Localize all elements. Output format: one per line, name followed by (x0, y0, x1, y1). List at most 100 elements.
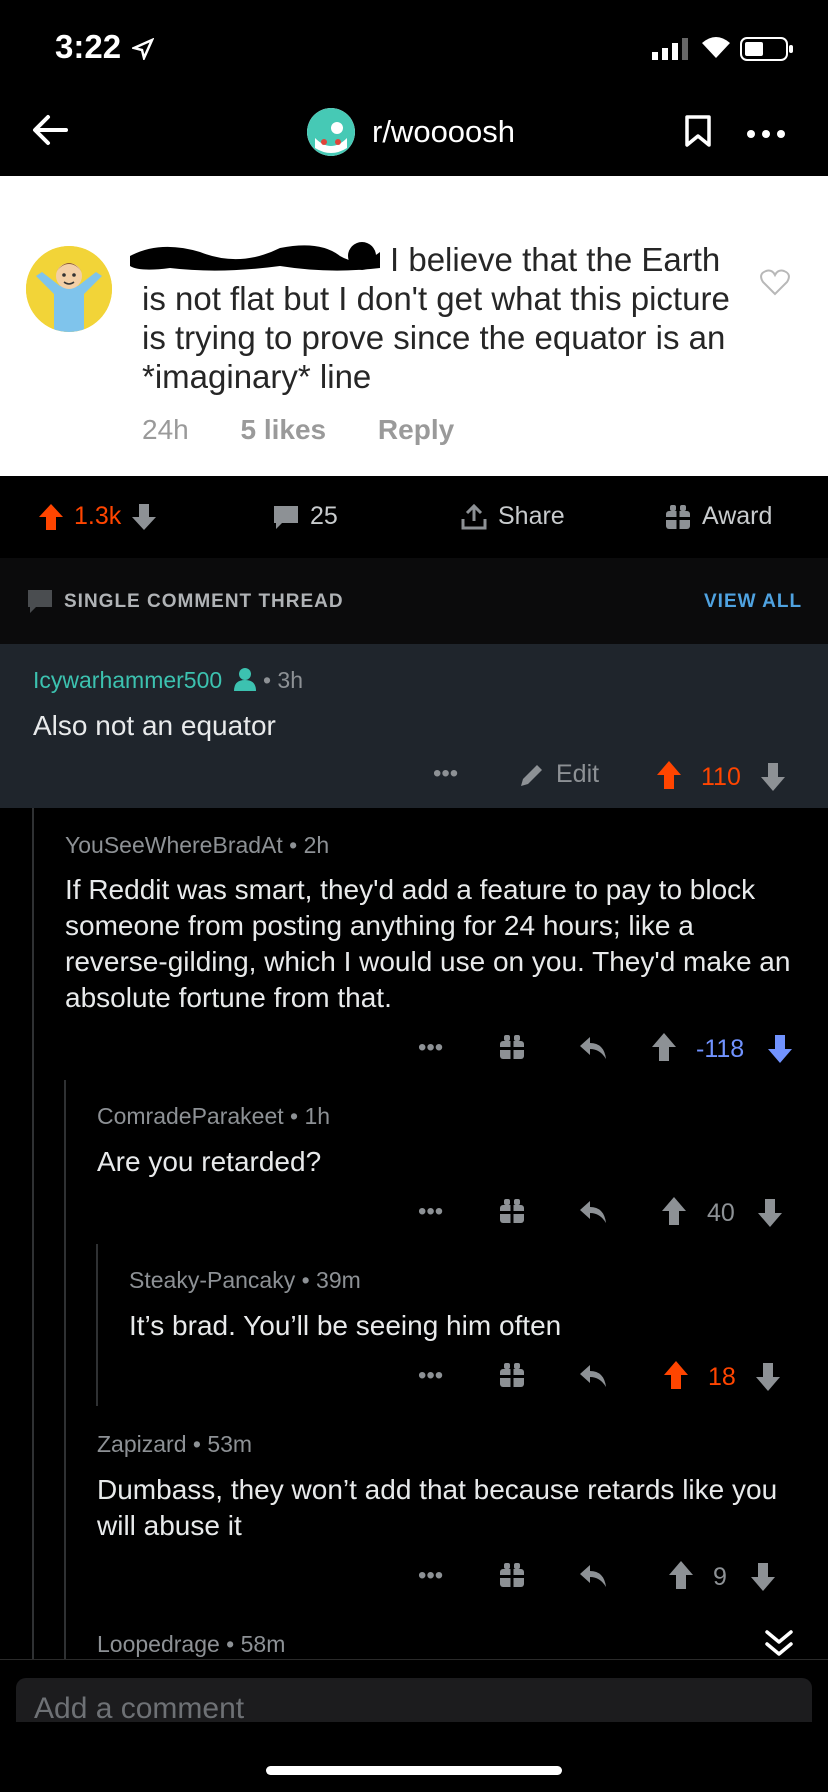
post-vote-group: 1.3k (38, 502, 157, 531)
more-icon[interactable]: ••• (418, 1562, 443, 1590)
comment-author[interactable]: YouSeeWhereBradAt (65, 832, 283, 858)
comment-body: If Reddit was smart, they'd add a featur… (65, 874, 791, 1013)
comment-author[interactable]: Zapizard (97, 1431, 186, 1457)
separator-dot: • (282, 832, 304, 858)
battery-icon (740, 37, 794, 61)
downvote-button[interactable] (750, 1562, 776, 1592)
comment-score: 9 (713, 1563, 727, 1591)
status-time: 3:22 (55, 28, 122, 65)
post-action-bar: 1.3k 25 Share Award (0, 476, 828, 558)
edit-label: Edit (556, 760, 600, 788)
comment-header: Loopedrage • 58m (97, 1631, 285, 1658)
chevron-double-down-icon[interactable] (762, 1628, 796, 1658)
upvote-button[interactable] (651, 1032, 677, 1062)
signal-icon (652, 38, 690, 60)
comment-header: Zapizard • 53m (97, 1431, 252, 1458)
comment-time: 53m (207, 1431, 253, 1457)
upvote-button[interactable] (668, 1560, 694, 1590)
home-indicator[interactable] (266, 1766, 562, 1775)
comment-score: 40 (707, 1199, 735, 1227)
pencil-icon (521, 764, 542, 786)
view-all-button[interactable]: VIEW ALL (704, 591, 802, 613)
upvote-button[interactable] (38, 503, 64, 531)
upvote-button[interactable] (656, 760, 682, 790)
separator-dot: • (283, 1103, 305, 1129)
comment-count: 25 (310, 502, 338, 530)
award-button[interactable]: Award (664, 502, 772, 531)
comment-body: Dumbass, they won’t add that because ret… (97, 1474, 778, 1541)
thread-line[interactable] (32, 808, 34, 1659)
downvote-button[interactable] (757, 1198, 783, 1228)
comment-score: 18 (708, 1363, 736, 1391)
post-image-comment-text: I believe that the Earth is not flat but… (142, 241, 730, 395)
downvote-button[interactable] (767, 1034, 793, 1064)
comment-author[interactable]: ComradeParakeet (97, 1103, 284, 1129)
comments-button[interactable]: 25 (272, 502, 338, 531)
comment-score: -118 (696, 1035, 745, 1063)
gift-icon[interactable] (498, 1033, 526, 1061)
separator-dot: • (295, 1267, 317, 1293)
gift-icon[interactable] (498, 1561, 526, 1589)
comment-time: 3h (277, 667, 304, 693)
thread-line[interactable] (96, 1244, 98, 1406)
heart-icon (760, 268, 790, 296)
comment-body: Also not an equator (33, 710, 276, 741)
comment-header: Icywarhammer500 • 3h (33, 667, 303, 694)
downvote-button[interactable] (760, 762, 786, 792)
share-button[interactable]: Share (460, 502, 565, 531)
post-image-likes: 5 likes (240, 414, 327, 445)
separator-dot: • (219, 1631, 241, 1657)
edit-button[interactable]: Edit (518, 760, 599, 789)
comment-author[interactable]: Icywarhammer500 (33, 667, 222, 693)
subreddit-icon[interactable] (307, 108, 355, 156)
comment-time: 58m (240, 1631, 286, 1657)
upvote-button[interactable] (663, 1360, 689, 1390)
reply-icon[interactable] (578, 1563, 608, 1589)
back-button[interactable] (28, 108, 72, 152)
comment-body: Are you retarded? (97, 1146, 322, 1177)
reply-icon[interactable] (578, 1035, 608, 1061)
comment-icon (26, 588, 54, 614)
downvote-button[interactable] (755, 1362, 781, 1392)
post-image-time: 24h (142, 414, 189, 445)
location-arrow-icon (132, 38, 154, 60)
more-icon[interactable]: ••• (418, 1198, 443, 1226)
comment-header: ComradeParakeet • 1h (97, 1103, 330, 1130)
more-options-button[interactable] (746, 129, 786, 139)
more-icon[interactable]: ••• (418, 1362, 443, 1390)
gift-icon[interactable] (498, 1361, 526, 1389)
bottom-bar (0, 1722, 828, 1792)
comment-header: YouSeeWhereBradAt • 2h (65, 832, 329, 859)
downvote-button[interactable] (131, 503, 157, 531)
comment-time: 1h (304, 1103, 331, 1129)
comment-time: 39m (316, 1267, 361, 1293)
op-icon (233, 667, 257, 691)
post-image-reply: Reply (377, 414, 455, 445)
reply-icon[interactable] (578, 1363, 608, 1389)
award-label: Award (702, 502, 773, 530)
comment-score: 110 (701, 763, 741, 791)
more-icon[interactable]: ••• (433, 760, 458, 788)
gift-icon[interactable] (498, 1197, 526, 1225)
avatar (26, 246, 112, 332)
separator-dot: • (186, 1431, 208, 1457)
wifi-icon (700, 34, 732, 60)
upvote-button[interactable] (661, 1196, 687, 1226)
thread-label: SINGLE COMMENT THREAD (64, 591, 344, 612)
separator-dot: • (262, 667, 278, 693)
comment-input-placeholder: Add a comment (34, 1692, 245, 1725)
post-score: 1.3k (74, 502, 122, 530)
more-icon[interactable]: ••• (418, 1034, 443, 1062)
comment-author[interactable]: Loopedrage (97, 1631, 220, 1657)
reply-icon[interactable] (578, 1199, 608, 1225)
comment-header: Steaky-Pancaky • 39m (129, 1267, 361, 1294)
comment-body: It’s brad. You’ll be seeing him often (129, 1310, 562, 1341)
post-image-meta: 24h 5 likes Reply (142, 414, 498, 446)
bookmark-button[interactable] (684, 114, 712, 148)
subreddit-name[interactable]: r/woooosh (372, 114, 515, 150)
thread-line[interactable] (64, 1080, 66, 1659)
share-label: Share (498, 502, 565, 530)
post-image-text: I believe that the Earth is not flat but… (142, 240, 742, 396)
comment-author[interactable]: Steaky-Pancaky (129, 1267, 295, 1293)
comment-time: 2h (303, 832, 330, 858)
